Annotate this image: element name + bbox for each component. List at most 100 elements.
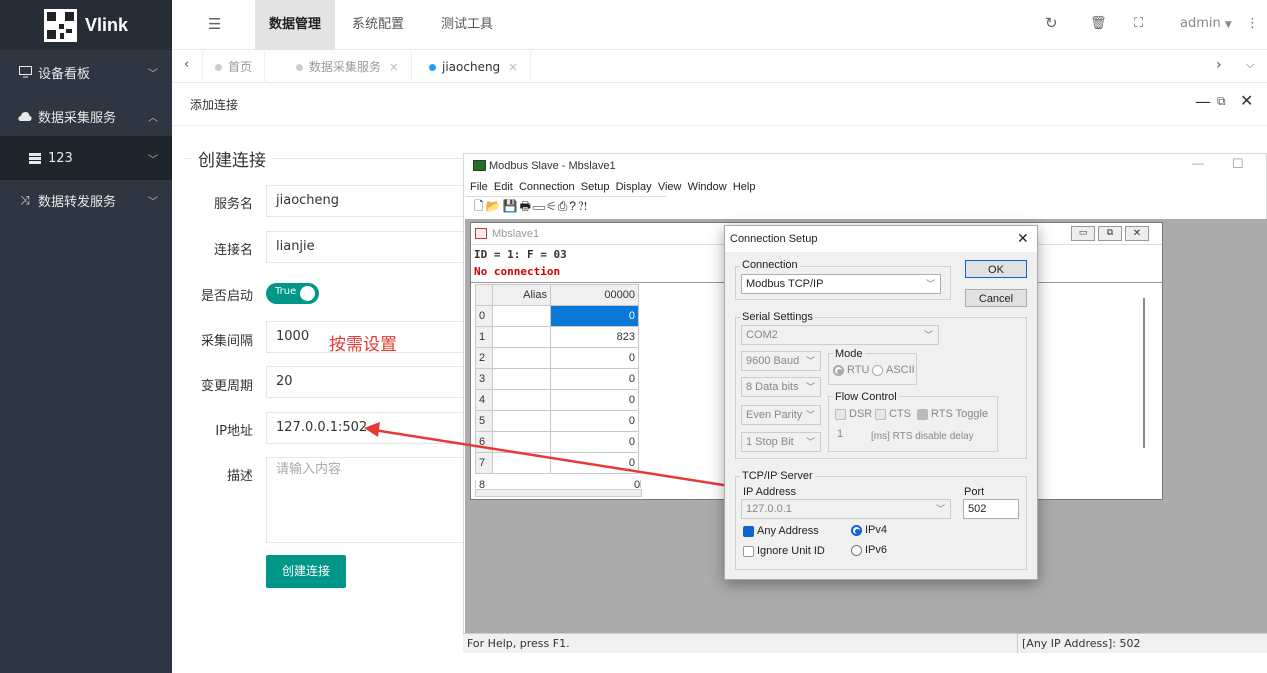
register-grid: Alias 00000 00 1 823 20 30 40 50 60 70	[475, 284, 639, 474]
horizontal-scrollbar[interactable]	[475, 489, 642, 497]
service-name-input[interactable]: jiaocheng	[266, 185, 464, 217]
mode-rtu-radio[interactable]: RTU	[833, 364, 869, 376]
value-cell[interactable]: 0	[550, 389, 639, 411]
menu-display[interactable]: Display	[616, 181, 652, 193]
status-help: For Help, press F1.	[467, 637, 570, 650]
ignore-unit-id-checkbox[interactable]: Ignore Unit ID	[743, 545, 825, 557]
page-tab-home[interactable]: 首页	[202, 51, 266, 83]
value-cell[interactable]: 0	[550, 452, 639, 474]
change-period-input[interactable]: 20	[266, 366, 464, 398]
connection-type-select[interactable]: Modbus TCP/IP ﹀	[741, 274, 941, 294]
chevron-down-icon: ﹀	[805, 382, 815, 392]
page-tab-data-collection[interactable]: 数据采集服务 ×	[284, 51, 412, 83]
alias-cell[interactable]	[492, 389, 551, 411]
description-textarea[interactable]: 请输入内容	[266, 457, 464, 543]
doc-icon	[475, 228, 487, 239]
menu-setup[interactable]: Setup	[581, 181, 610, 193]
alias-cell[interactable]	[492, 347, 551, 369]
username: admin	[1180, 16, 1221, 31]
connection-name-input[interactable]: lianjie	[266, 231, 464, 263]
dialog-close-icon[interactable]: ✕	[1017, 230, 1029, 247]
ip-address-input[interactable]: 127.0.0.1:502	[266, 412, 464, 444]
row-index: 2	[475, 347, 493, 369]
alias-cell[interactable]	[492, 410, 551, 432]
value-cell[interactable]: 0	[550, 305, 639, 327]
cancel-button[interactable]: Cancel	[965, 289, 1027, 307]
ipv6-radio[interactable]: IPv6	[851, 544, 887, 556]
print-icon[interactable]: 🖶	[520, 199, 533, 213]
any-address-checkbox[interactable]: Any Address	[743, 525, 819, 537]
value-cell[interactable]: 0	[550, 431, 639, 453]
ip-address-select[interactable]: 127.0.0.1 ﹀	[741, 499, 951, 519]
tabs-dropdown-icon[interactable]: ⌵	[1246, 58, 1254, 72]
user-menu[interactable]: admin ▼	[1180, 16, 1232, 31]
maximize-icon[interactable]: ⧉	[1217, 94, 1226, 109]
tabs-left-arrow-icon[interactable]: ‹	[184, 57, 189, 72]
sidebar-item-data-forwarding[interactable]: ⤨ 数据转发服务 ﹀	[0, 178, 172, 222]
help-icon[interactable]: ?	[569, 199, 578, 213]
child-minimize-icon[interactable]: ▭	[1071, 226, 1095, 241]
new-icon[interactable]: 🗋	[474, 199, 486, 213]
connect-icon[interactable]: ⚟	[547, 199, 558, 213]
tab-data-management[interactable]: 数据管理	[255, 0, 335, 50]
close-icon[interactable]: ×	[389, 60, 399, 74]
enable-switch[interactable]: True	[266, 283, 319, 304]
menu-view[interactable]: View	[658, 181, 682, 193]
open-icon[interactable]: 📂	[486, 199, 503, 213]
menu-toggle-icon[interactable]: ☰	[208, 15, 221, 33]
context-help-icon[interactable]: ⁈	[578, 199, 589, 213]
close-icon[interactable]: ×	[508, 60, 518, 74]
vertical-scrollbar[interactable]	[1143, 298, 1145, 448]
window-icon[interactable]: ▭	[533, 199, 547, 213]
alias-cell[interactable]	[492, 431, 551, 453]
sidebar-item-data-collection[interactable]: 数据采集服务 ︿	[0, 94, 172, 138]
cts-checkbox[interactable]: CTS	[875, 408, 911, 420]
dsr-checkbox[interactable]: DSR	[835, 408, 872, 420]
page-tabs-bar: ‹ 首页 数据采集服务 × jiaocheng × › ⌵	[172, 51, 1267, 83]
minimize-icon[interactable]: —	[1192, 156, 1204, 170]
save-icon[interactable]: 💾	[503, 199, 520, 213]
alias-cell[interactable]	[492, 326, 551, 348]
menu-edit[interactable]: Edit	[494, 181, 513, 193]
more-vertical-icon[interactable]: ⋮	[1246, 16, 1259, 31]
child-close-icon[interactable]: ✕	[1125, 226, 1149, 241]
data-bits-select[interactable]: 8 Data bits ﹀	[741, 377, 821, 397]
value-cell[interactable]: 823	[550, 326, 639, 348]
value-cell[interactable]: 0	[550, 347, 639, 369]
rts-delay-input[interactable]: 1	[833, 425, 865, 445]
menu-window[interactable]: Window	[688, 181, 727, 193]
tab-test-tools[interactable]: 测试工具	[427, 0, 507, 50]
minimize-icon[interactable]: —	[1195, 92, 1211, 111]
parity-select[interactable]: Even Parity ﹀	[741, 405, 821, 425]
alias-cell[interactable]	[492, 368, 551, 390]
value-cell[interactable]: 0	[550, 410, 639, 432]
close-icon[interactable]: ✕	[1240, 91, 1253, 110]
trash-icon[interactable]: 🗑	[1090, 16, 1107, 31]
ok-button[interactable]: OK	[965, 260, 1027, 278]
baud-select[interactable]: 9600 Baud ﹀	[741, 351, 821, 371]
alias-cell[interactable]	[492, 452, 551, 474]
create-connection-button[interactable]: 创建连接	[266, 555, 346, 588]
port-input[interactable]: 502	[963, 499, 1019, 519]
menu-connection[interactable]: Connection	[519, 181, 575, 193]
value-cell[interactable]: 0	[550, 368, 639, 390]
printer-icon[interactable]: ⎙	[558, 199, 570, 213]
page-tab-jiaocheng[interactable]: jiaocheng ×	[417, 51, 532, 83]
fullscreen-icon[interactable]: ⛶	[1134, 16, 1143, 31]
maximize-icon[interactable]: ☐	[1232, 156, 1244, 172]
chevron-down-icon: ﹀	[148, 155, 158, 166]
tab-system-config[interactable]: 系统配置	[338, 0, 418, 50]
sidebar-item-device-board[interactable]: 设备看板 ﹀	[0, 50, 172, 94]
refresh-icon[interactable]: ↻	[1045, 14, 1058, 32]
child-restore-icon[interactable]: ⧉	[1098, 226, 1122, 241]
mode-ascii-radio[interactable]: ASCII	[872, 364, 915, 376]
menu-file[interactable]: File	[470, 181, 488, 193]
tabs-right-arrow-icon[interactable]: ›	[1216, 57, 1222, 73]
ipv4-radio[interactable]: IPv4	[851, 524, 887, 536]
stop-bits-select[interactable]: 1 Stop Bit ﹀	[741, 432, 821, 452]
com-port-select[interactable]: COM2 ﹀	[741, 325, 939, 345]
rts-toggle-checkbox[interactable]: RTS Toggle	[917, 408, 988, 420]
sidebar-item-123[interactable]: 123 ﹀	[0, 136, 172, 180]
alias-cell[interactable]	[492, 305, 551, 327]
menu-help[interactable]: Help	[733, 181, 756, 193]
